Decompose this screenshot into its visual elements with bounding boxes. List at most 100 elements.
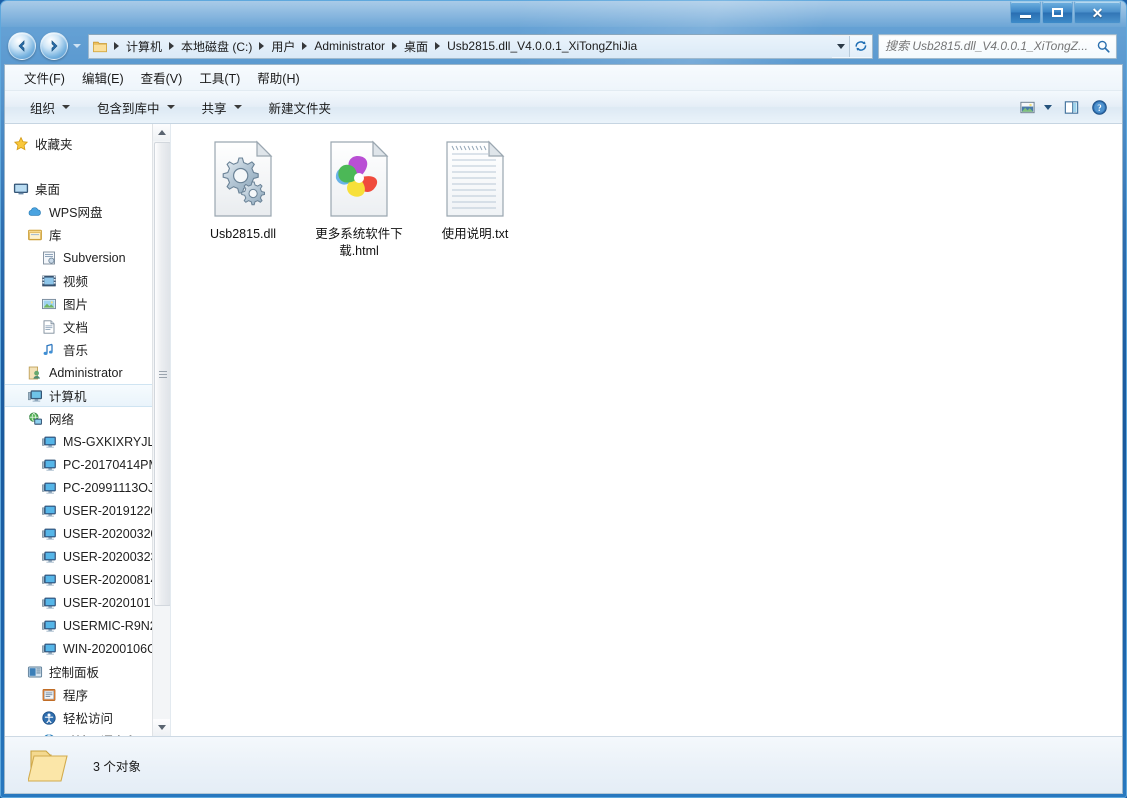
help-button[interactable]: ?: [1086, 95, 1112, 119]
sidebar-item-label: 桌面: [35, 183, 61, 197]
sidebar-item-control-panel[interactable]: 控制面板: [5, 660, 170, 683]
navigation-pane-scrollbar[interactable]: [152, 124, 170, 736]
sidebar-item-programs[interactable]: 程序: [5, 683, 170, 706]
sidebar-item-network-computer[interactable]: USER-20200320U: [5, 522, 170, 545]
search-input[interactable]: [879, 39, 1096, 53]
navigation-pane: 收藏夹 桌面 WPS网盘 库 Subversion 视频 图片 文档 音乐 Ad…: [5, 124, 171, 736]
change-view-dropdown[interactable]: [1040, 95, 1056, 119]
breadcrumb-separator[interactable]: [110, 42, 123, 50]
status-item-count: 3 个对象: [93, 760, 141, 774]
cloud-icon: [27, 204, 43, 220]
sidebar-item-network-computer[interactable]: USER-20191220I: [5, 499, 170, 522]
sidebar-item-music[interactable]: 音乐: [5, 338, 170, 361]
maximize-icon: [1052, 8, 1063, 17]
share-with-label: 共享: [201, 101, 227, 116]
chevron-down-icon: [157, 725, 166, 730]
organize-button[interactable]: 组织: [23, 94, 77, 121]
sidebar-item-documents[interactable]: 文档: [5, 315, 170, 338]
title-bar[interactable]: ✕: [0, 0, 1127, 28]
sidebar-item-pictures[interactable]: 图片: [5, 292, 170, 315]
preview-pane-button[interactable]: [1058, 95, 1084, 119]
file-item[interactable]: 使用说明.txt: [417, 138, 533, 260]
sidebar-item-videos[interactable]: 视频: [5, 269, 170, 292]
sidebar-item-favorites[interactable]: 收藏夹: [5, 132, 170, 155]
sidebar-item-network-computer[interactable]: PC-20170414PM: [5, 453, 170, 476]
svg-text:?: ?: [1097, 103, 1101, 113]
toolbar-right-group: ?: [1012, 95, 1122, 119]
minimize-icon: [1020, 14, 1031, 18]
menu-view[interactable]: 查看(V): [135, 65, 194, 90]
file-name-label: 更多系统软件下载.html: [315, 227, 403, 258]
minimize-button[interactable]: [1010, 1, 1041, 24]
back-arrow-icon: [18, 40, 25, 52]
address-dropdown-button[interactable]: [832, 35, 849, 57]
network-computer-icon: [41, 457, 57, 473]
address-bar[interactable]: 计算机 本地磁盘 (C:) 用户 Administrator 桌面 Usb281…: [88, 33, 873, 59]
network-computer-icon: [41, 641, 57, 657]
subversion-icon: [41, 250, 57, 266]
scroll-up-button[interactable]: [153, 124, 170, 141]
breadcrumb-item-5[interactable]: Usb2815.dll_V4.0.0.1_XiTongZhiJia: [444, 37, 640, 55]
sidebar-item-network-computer[interactable]: PC-20991113OJE: [5, 476, 170, 499]
sidebar-item-computer[interactable]: 计算机: [5, 384, 170, 407]
forward-button[interactable]: [40, 32, 68, 60]
share-with-button[interactable]: 共享: [195, 94, 249, 121]
breadcrumb-separator[interactable]: [431, 42, 444, 50]
breadcrumb-item-4[interactable]: 桌面: [401, 36, 431, 57]
breadcrumb-item-2[interactable]: 用户: [268, 36, 298, 57]
recent-pages-button[interactable]: [70, 33, 84, 59]
library-icon: [27, 227, 43, 243]
breadcrumb-separator[interactable]: [165, 42, 178, 50]
computer-icon: [27, 388, 43, 404]
menu-edit[interactable]: 编辑(E): [76, 65, 135, 90]
sidebar-item-network-computer[interactable]: USER-20200323Y: [5, 545, 170, 568]
file-item[interactable]: 更多系统软件下载.html: [301, 138, 417, 260]
sidebar-item-network-computer[interactable]: USER-20200814A: [5, 568, 170, 591]
close-button[interactable]: ✕: [1074, 1, 1121, 24]
scrollbar-thumb[interactable]: [154, 142, 170, 606]
sidebar-item-network-computer[interactable]: USERMIC-R9N29: [5, 614, 170, 637]
sidebar-item-network-computer[interactable]: MS-GXKIXRYJLV: [5, 430, 170, 453]
sidebar-item-label: 控制面板: [49, 666, 100, 680]
sidebar-item-network-computer[interactable]: WIN-20200106G: [5, 637, 170, 660]
sidebar-item-network[interactable]: 网络: [5, 407, 170, 430]
breadcrumb-separator[interactable]: [298, 42, 311, 50]
breadcrumb-separator[interactable]: [255, 42, 268, 50]
breadcrumb-item-0[interactable]: 计算机: [123, 36, 165, 57]
breadcrumb-separator[interactable]: [388, 42, 401, 50]
sidebar-item-desktop[interactable]: 桌面: [5, 177, 170, 200]
search-box[interactable]: [878, 33, 1117, 59]
sidebar-item-wps-cloud[interactable]: WPS网盘: [5, 200, 170, 223]
user-icon: [27, 365, 43, 381]
preview-pane-icon: [1064, 100, 1078, 114]
chevron-down-icon: [233, 105, 242, 109]
refresh-button[interactable]: [849, 35, 872, 57]
back-button[interactable]: [8, 32, 36, 60]
sidebar-item-label: 程序: [63, 689, 89, 703]
menu-file[interactable]: 文件(F): [18, 65, 76, 90]
scroll-down-button[interactable]: [153, 719, 170, 736]
sidebar-item-label: 文档: [63, 321, 89, 335]
sidebar-item-network-computer[interactable]: USER-20201017I: [5, 591, 170, 614]
sidebar-item-clock-language-region[interactable]: 时钟、语言和区域: [5, 729, 170, 736]
sidebar-item-ease-of-access[interactable]: 轻松访问: [5, 706, 170, 729]
menu-help[interactable]: 帮助(H): [251, 65, 310, 90]
breadcrumb-item-3[interactable]: Administrator: [311, 37, 388, 55]
new-folder-button[interactable]: 新建文件夹: [262, 94, 339, 121]
sidebar-item-subversion[interactable]: Subversion: [5, 246, 170, 269]
menu-tools[interactable]: 工具(T): [193, 65, 251, 90]
change-view-button[interactable]: [1014, 95, 1040, 119]
breadcrumb-item-1[interactable]: 本地磁盘 (C:): [178, 36, 255, 57]
file-item[interactable]: Usb2815.dll: [185, 138, 301, 260]
sidebar-item-label: 视频: [63, 275, 89, 289]
clock-region-icon: [41, 733, 57, 736]
sidebar-item-administrator[interactable]: Administrator: [5, 361, 170, 384]
include-in-library-button[interactable]: 包含到库中: [90, 94, 182, 121]
file-list-pane[interactable]: Usb2815.dll 更多系统软件下载.html 使用说明.txt: [171, 124, 1122, 736]
sidebar-item-libraries[interactable]: 库: [5, 223, 170, 246]
dll-gear-file-icon: [211, 140, 275, 220]
chevron-down-icon: [73, 44, 81, 48]
sidebar-item-label: 轻松访问: [63, 712, 114, 726]
maximize-button[interactable]: [1042, 1, 1073, 24]
documents-icon: [41, 319, 57, 335]
